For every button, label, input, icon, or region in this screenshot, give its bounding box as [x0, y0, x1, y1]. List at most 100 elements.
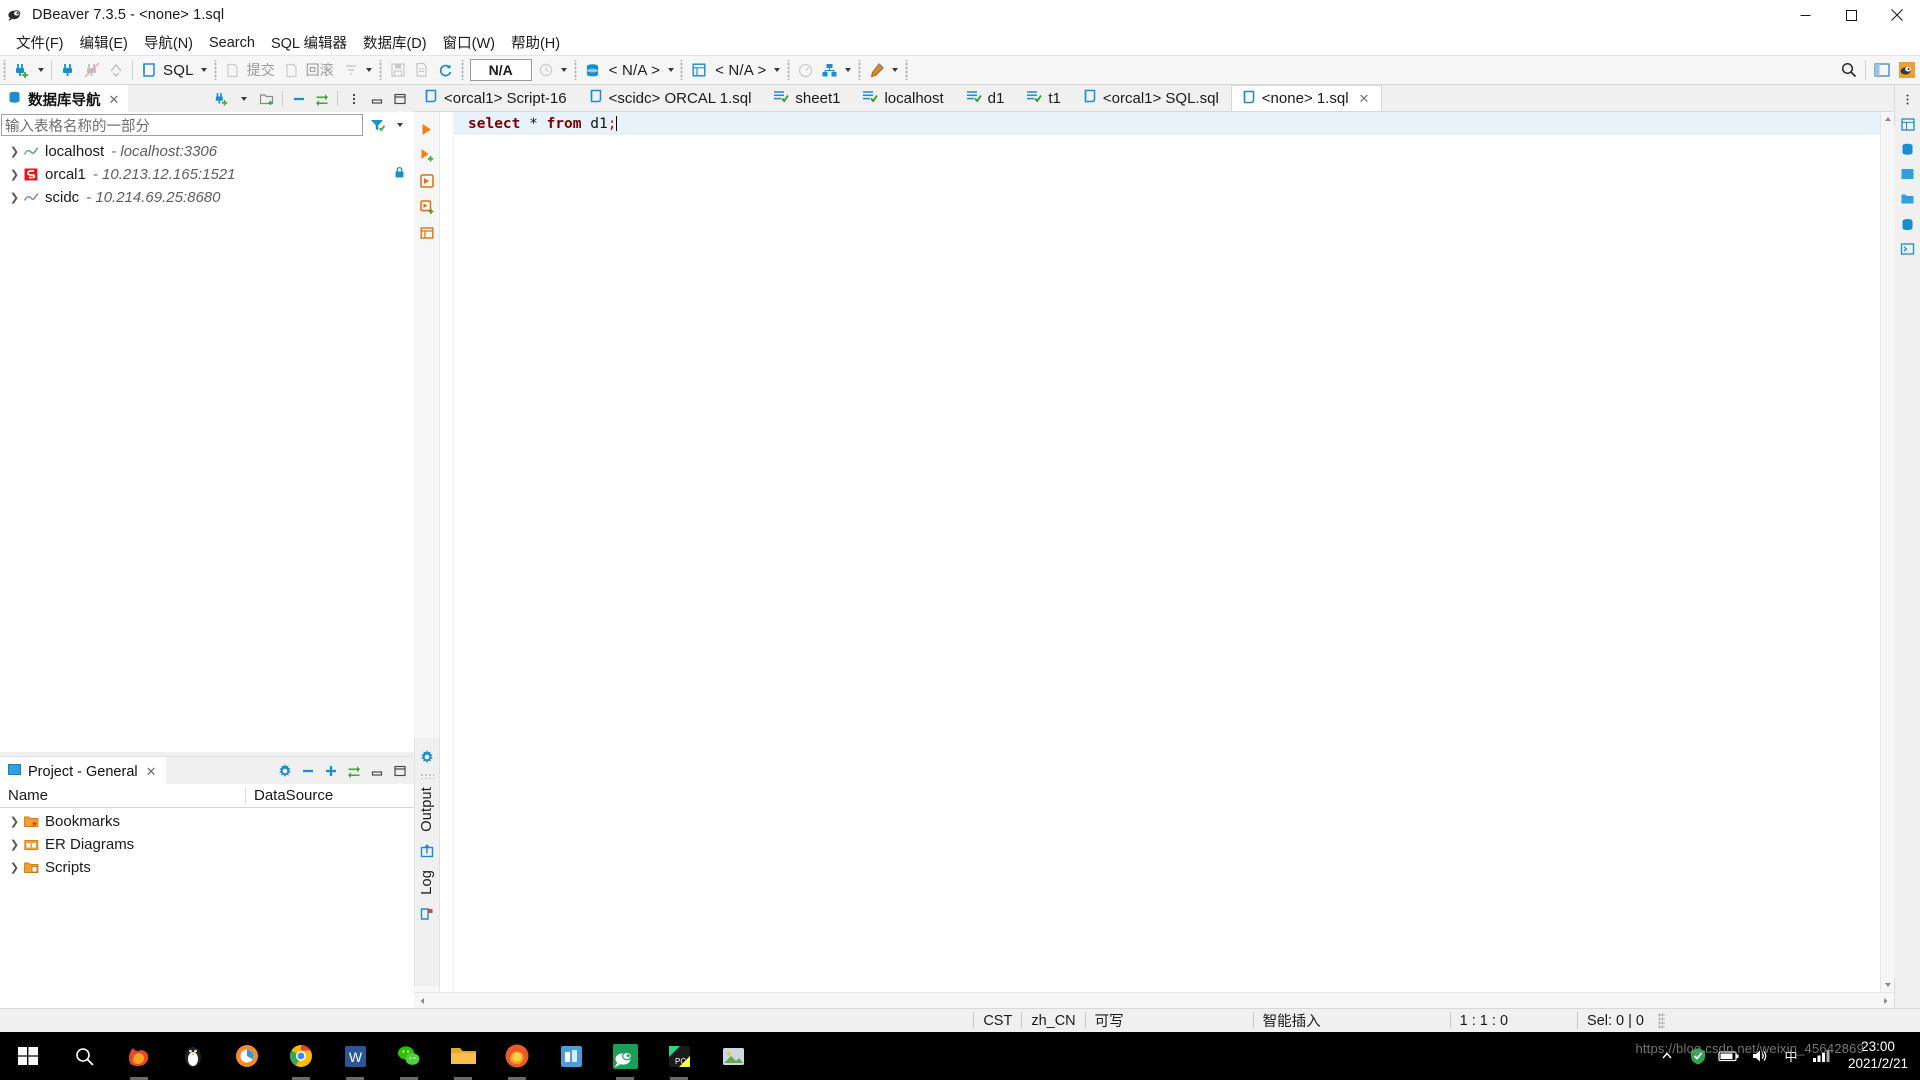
chevron-right-icon[interactable]: ❯: [6, 191, 23, 204]
browser-icon[interactable]: [220, 1032, 274, 1080]
close-icon[interactable]: ✕: [146, 764, 157, 780]
expand-all-icon[interactable]: [320, 760, 341, 781]
menu-edit[interactable]: 编辑(E): [72, 30, 136, 55]
execute-new-tab-icon[interactable]: [416, 170, 438, 192]
tree-row[interactable]: ❯ orcal1 - 10.213.12.165:1521: [0, 163, 414, 186]
link-editor-icon[interactable]: [343, 760, 364, 781]
editor-vertical-scrollbar[interactable]: [1880, 112, 1895, 992]
sql-text-area[interactable]: select * from d1 ;: [454, 112, 1880, 992]
commit-icon[interactable]: [221, 57, 245, 83]
firefox-icon[interactable]: [490, 1032, 544, 1080]
editor-folding-column[interactable]: [440, 112, 454, 992]
chevron-right-icon[interactable]: ❯: [6, 815, 23, 828]
history-icon[interactable]: [534, 57, 558, 83]
scroll-left-icon[interactable]: [414, 993, 430, 1009]
view-menu-icon[interactable]: [1897, 89, 1919, 109]
close-icon[interactable]: [1874, 0, 1920, 30]
schema-selector[interactable]: N/A: [469, 59, 532, 81]
output-icon[interactable]: [416, 840, 438, 862]
perspective-icon[interactable]: [1870, 57, 1894, 83]
connect-icon[interactable]: [56, 57, 80, 83]
collapse-all-icon[interactable]: [288, 88, 309, 109]
chevron-right-icon[interactable]: ❯: [6, 861, 23, 874]
tab-d1[interactable]: d1: [956, 85, 1017, 111]
store-icon[interactable]: [544, 1032, 598, 1080]
tools-dropdown-caret[interactable]: [889, 57, 902, 83]
scroll-down-icon[interactable]: [1881, 978, 1895, 992]
view-menu-icon[interactable]: [343, 88, 364, 109]
tree-row[interactable]: ❯ scidc - 10.214.69.25:8680: [0, 186, 414, 209]
penguin-icon[interactable]: [166, 1032, 220, 1080]
collapse-all-icon[interactable]: [297, 760, 318, 781]
list-item[interactable]: ❯ Bookmarks: [0, 810, 414, 833]
toolbar-grip-6[interactable]: [679, 60, 686, 80]
toolbar-grip-5[interactable]: [572, 60, 579, 80]
transaction-mode-icon[interactable]: [339, 57, 363, 83]
settings-icon[interactable]: [416, 746, 438, 768]
properties-icon[interactable]: [1897, 114, 1919, 134]
tab-orcal1-sql-sql[interactable]: <orcal1> SQL.sql: [1073, 85, 1231, 111]
filter-icon[interactable]: [367, 115, 388, 136]
invalidate-icon[interactable]: [104, 57, 128, 83]
tab-none-1-sql[interactable]: <none> 1.sql ✕: [1230, 85, 1383, 111]
database-icon[interactable]: [687, 57, 711, 83]
firefox-dev-icon[interactable]: [112, 1032, 166, 1080]
tab-t1[interactable]: t1: [1016, 85, 1073, 111]
shell-icon[interactable]: [1897, 239, 1919, 259]
dbeaver-icon[interactable]: [598, 1032, 652, 1080]
wechat-icon[interactable]: [382, 1032, 436, 1080]
pycharm-icon[interactable]: PC: [652, 1032, 706, 1080]
sql-editor-dropdown-caret[interactable]: [198, 57, 211, 83]
log-view-label[interactable]: Log: [419, 867, 435, 898]
disconnect-icon[interactable]: [80, 57, 104, 83]
close-icon[interactable]: ✕: [1359, 91, 1370, 107]
project-explorer-icon[interactable]: [1897, 189, 1919, 209]
tools-icon[interactable]: [865, 57, 889, 83]
execute-expression-icon[interactable]: [416, 196, 438, 218]
scroll-right-icon[interactable]: [1878, 993, 1894, 1009]
close-icon[interactable]: ✕: [109, 92, 120, 108]
tree-row[interactable]: ❯ localhost - localhost:3306: [0, 140, 414, 163]
maximize-icon[interactable]: [1828, 0, 1874, 30]
rollback-icon[interactable]: [280, 57, 304, 83]
log-icon[interactable]: [416, 903, 438, 925]
tab-localhost[interactable]: localhost: [852, 85, 955, 111]
chevron-right-icon[interactable]: ❯: [6, 168, 23, 181]
maximize-icon[interactable]: [389, 760, 410, 781]
output-view-label[interactable]: Output: [419, 784, 435, 835]
search-icon[interactable]: [56, 1032, 112, 1080]
chevron-down-icon[interactable]: [389, 115, 410, 136]
maximize-icon[interactable]: [389, 88, 410, 109]
chevron-right-icon[interactable]: ❯: [6, 838, 23, 851]
strip-grip[interactable]: [420, 773, 434, 779]
datasource-icon[interactable]: [581, 57, 605, 83]
datasource-dropdown-caret[interactable]: [664, 57, 677, 83]
file-explorer-icon[interactable]: [436, 1032, 490, 1080]
windows-start-icon[interactable]: [0, 1032, 56, 1080]
explain-plan-icon[interactable]: [416, 222, 438, 244]
search-icon[interactable]: [1837, 57, 1861, 83]
save-icon[interactable]: [386, 57, 410, 83]
projects-icon[interactable]: [1897, 164, 1919, 184]
menu-navigate[interactable]: 导航(N): [136, 30, 201, 55]
menu-file[interactable]: 文件(F): [8, 30, 72, 55]
menu-window[interactable]: 窗口(W): [435, 30, 503, 55]
history-dropdown-caret[interactable]: [558, 57, 571, 83]
status-grip[interactable]: [1658, 1012, 1665, 1029]
sql-editor-icon[interactable]: [137, 57, 161, 83]
editor-horizontal-scrollbar[interactable]: [414, 992, 1894, 1008]
dbeaver-perspective-icon[interactable]: [1894, 57, 1920, 83]
tab-scidc-orcal-1-sql[interactable]: <scidc> ORCAL 1.sql: [579, 85, 764, 111]
image-viewer-icon[interactable]: [706, 1032, 760, 1080]
column-header-name[interactable]: Name: [0, 787, 246, 804]
database-navigator-icon[interactable]: [1897, 139, 1919, 159]
list-item[interactable]: ❯ ER Diagrams: [0, 833, 414, 856]
database-dropdown-caret[interactable]: [771, 57, 784, 83]
menu-sql-editor[interactable]: SQL 编辑器: [263, 30, 355, 55]
scroll-up-icon[interactable]: [1881, 112, 1895, 126]
toolbar-grip-8[interactable]: [856, 60, 863, 80]
hscrollbar-track[interactable]: [430, 993, 1878, 1009]
toolbar-grip[interactable]: [2, 60, 8, 80]
word-icon[interactable]: W: [328, 1032, 382, 1080]
settings-icon[interactable]: [274, 760, 295, 781]
